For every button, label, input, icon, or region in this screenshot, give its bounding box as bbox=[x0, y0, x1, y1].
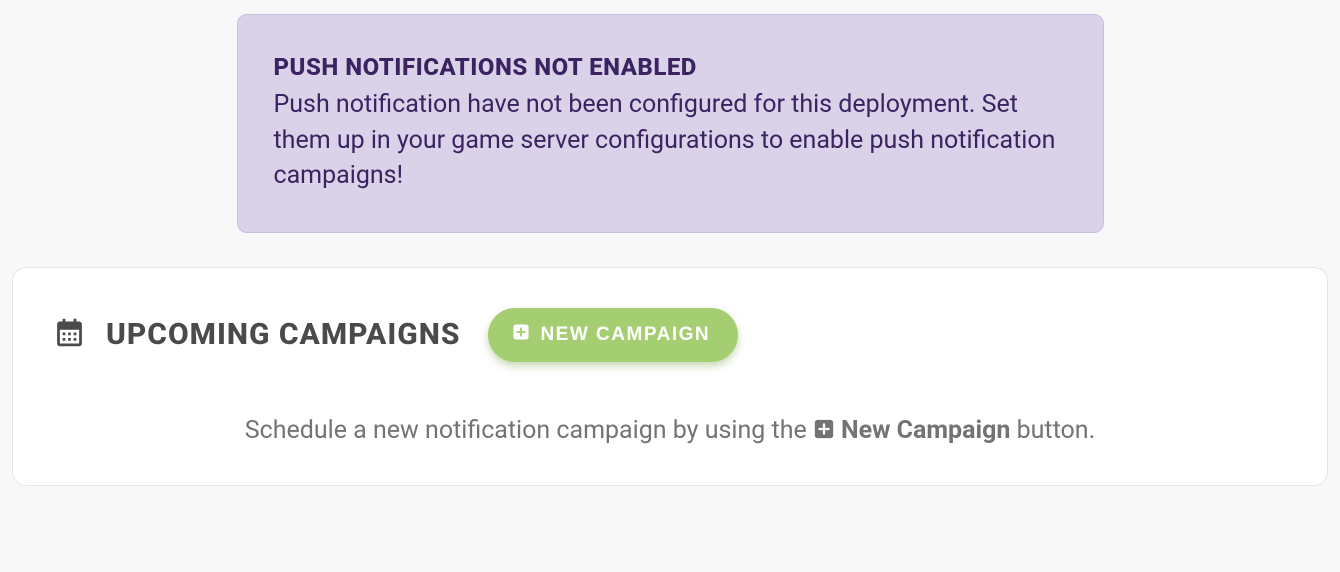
alert-body: Push notification have not been configur… bbox=[274, 87, 1067, 194]
helper-text: Schedule a new notification campaign by … bbox=[53, 416, 1287, 445]
helper-button-reference: New Campaign bbox=[813, 416, 1010, 445]
plus-square-icon bbox=[813, 416, 835, 445]
new-campaign-button[interactable]: NEW CAMPAIGN bbox=[488, 308, 738, 362]
helper-button-label: New Campaign bbox=[841, 416, 1010, 445]
calendar-icon bbox=[53, 316, 86, 353]
new-campaign-button-label: NEW CAMPAIGN bbox=[540, 324, 710, 346]
alert-title: PUSH NOTIFICATIONS NOT ENABLED bbox=[274, 53, 1067, 81]
plus-square-icon bbox=[512, 323, 530, 347]
upcoming-campaigns-card: UPCOMING CAMPAIGNS NEW CAMPAIGN Schedule… bbox=[12, 267, 1328, 486]
helper-suffix: button. bbox=[1017, 416, 1096, 445]
helper-prefix: Schedule a new notification campaign by … bbox=[245, 416, 813, 445]
alert-push-not-enabled: PUSH NOTIFICATIONS NOT ENABLED Push noti… bbox=[237, 14, 1104, 233]
card-header: UPCOMING CAMPAIGNS NEW CAMPAIGN bbox=[53, 308, 1287, 362]
card-title: UPCOMING CAMPAIGNS bbox=[106, 317, 460, 352]
